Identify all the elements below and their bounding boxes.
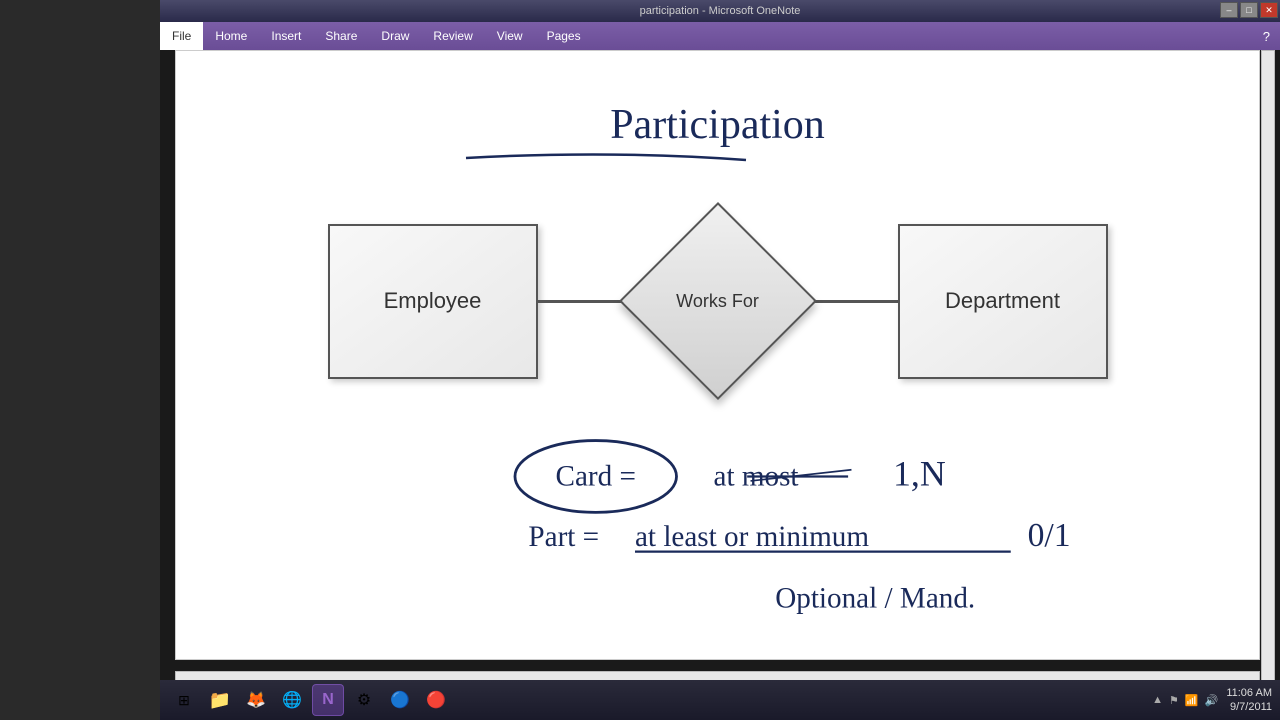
tab-home[interactable]: Home xyxy=(203,22,259,50)
close-button[interactable]: ✕ xyxy=(1260,2,1278,18)
er-diagram: Employee Works For Department xyxy=(226,211,1209,391)
clock-date: 9/7/2011 xyxy=(1226,700,1272,714)
main-content: Participation Employee Works For Departm… xyxy=(175,50,1260,660)
tray-network: 📶 xyxy=(1185,694,1199,707)
svg-text:0/1: 0/1 xyxy=(1028,517,1071,554)
svg-text:1,N: 1,N xyxy=(893,453,946,493)
taskbar-onenote[interactable]: N xyxy=(312,684,344,716)
taskbar-browser[interactable]: 🌐 xyxy=(276,684,308,716)
system-tray: ▲ ⚑ 📶 🔊 xyxy=(1152,694,1218,707)
svg-text:Card =: Card = xyxy=(556,460,636,492)
connector-right xyxy=(808,300,898,303)
entity-department: Department xyxy=(898,224,1108,379)
taskbar-firefox[interactable]: 🦊 xyxy=(240,684,272,716)
svg-text:at least or minimum: at least or minimum xyxy=(635,521,869,553)
maximize-button[interactable]: □ xyxy=(1240,2,1258,18)
svg-text:Optional / Mand.: Optional / Mand. xyxy=(775,583,975,615)
page-title: Participation xyxy=(610,101,825,149)
canvas: Participation Employee Works For Departm… xyxy=(176,51,1259,659)
tray-volume: 🔊 xyxy=(1205,694,1219,707)
tab-insert[interactable]: Insert xyxy=(259,22,313,50)
tab-review[interactable]: Review xyxy=(421,22,484,50)
start-button[interactable]: ⊞ xyxy=(168,684,200,716)
entity-department-label: Department xyxy=(945,288,1060,314)
clock: 11:06 AM 9/7/2011 xyxy=(1226,686,1272,715)
clock-time: 11:06 AM xyxy=(1226,686,1272,700)
window-title: participation - Microsoft OneNote xyxy=(640,5,801,17)
taskbar-app6[interactable]: 🔵 xyxy=(384,684,416,716)
taskbar-folder[interactable]: 📁 xyxy=(204,684,236,716)
annotations-area: Card = at most 1,N Part = at least or mi… xyxy=(506,421,1179,660)
connector-left xyxy=(538,300,628,303)
taskbar-app7[interactable]: 🔴 xyxy=(420,684,452,716)
left-sidebar xyxy=(0,0,160,720)
taskbar: ⊞ 📁 🦊 🌐 N ⚙ 🔵 🔴 ▲ ⚑ 📶 🔊 11:06 AM 9/7/201… xyxy=(160,680,1280,720)
ribbon: File Home Insert Share Draw Review View … xyxy=(160,22,1280,50)
tab-draw[interactable]: Draw xyxy=(369,22,421,50)
title-bar: participation - Microsoft OneNote – □ ✕ xyxy=(160,0,1280,22)
relationship-label: Works For xyxy=(676,291,759,312)
svg-text:Part =: Part = xyxy=(528,521,599,553)
entity-employee-label: Employee xyxy=(384,288,482,314)
tab-file[interactable]: File xyxy=(160,22,203,50)
taskbar-settings[interactable]: ⚙ xyxy=(348,684,380,716)
relationship-diamond: Works For xyxy=(628,224,808,379)
taskbar-right: ▲ ⚑ 📶 🔊 11:06 AM 9/7/2011 xyxy=(1152,686,1272,715)
tab-share[interactable]: Share xyxy=(313,22,369,50)
tab-pages[interactable]: Pages xyxy=(535,22,593,50)
title-underline-svg xyxy=(456,146,756,166)
entity-employee: Employee xyxy=(328,224,538,379)
scrollbar-vertical[interactable] xyxy=(1261,50,1275,685)
tray-chevron[interactable]: ▲ xyxy=(1152,694,1163,706)
annotations-svg: Card = at most 1,N Part = at least or mi… xyxy=(506,421,1179,660)
tray-flag: ⚑ xyxy=(1169,694,1179,707)
title-bar-controls: – □ ✕ xyxy=(1220,2,1278,18)
minimize-button[interactable]: – xyxy=(1220,2,1238,18)
help-button[interactable]: ? xyxy=(1253,22,1280,50)
tab-view[interactable]: View xyxy=(485,22,535,50)
